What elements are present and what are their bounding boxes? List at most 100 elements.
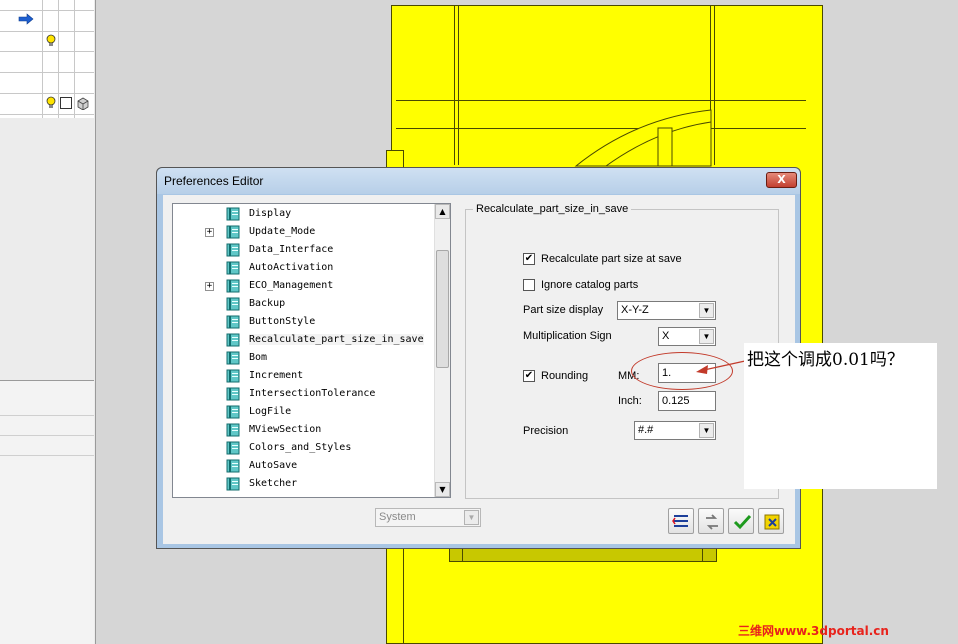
arrow-right-icon[interactable]: [18, 12, 34, 26]
tree-item-label: Colors_and_Styles: [249, 442, 352, 453]
tree-item[interactable]: Recalculate_part_size_in_save: [173, 332, 435, 350]
rounding-label: Rounding: [541, 370, 589, 382]
book-icon: [226, 333, 241, 347]
tree-item-label: ECO_Management: [249, 280, 334, 291]
annotation-note: 把这个调成0.01吗？: [744, 343, 937, 489]
book-icon: [226, 369, 241, 383]
check-mark-icon: ✔: [524, 253, 534, 264]
tree-item[interactable]: Backup: [173, 296, 435, 314]
preferences-tree[interactable]: Display + Update_Mode Data_Interface AutoAct…: [172, 203, 451, 498]
tree-item[interactable]: + ECO_Management: [173, 278, 435, 296]
tree-item-label: Display: [249, 208, 292, 219]
tree-item[interactable]: Increment: [173, 368, 435, 386]
system-value: System: [379, 511, 416, 523]
tree-item[interactable]: Display: [173, 206, 435, 224]
annotation-arrow: [694, 359, 746, 375]
multiplication-sign-combo[interactable]: X ▼: [658, 327, 716, 346]
tree-item-label: Bom: [249, 352, 268, 363]
list-apply-button[interactable]: [668, 508, 694, 534]
tree-item-label: Increment: [249, 370, 304, 381]
tree-item[interactable]: Sketcher: [173, 476, 435, 494]
tree-item[interactable]: Colors_and_Styles: [173, 440, 435, 458]
bulb-icon[interactable]: [45, 34, 57, 48]
chevron-down-icon[interactable]: ▼: [699, 303, 714, 318]
tree-item[interactable]: MViewSection: [173, 422, 435, 440]
tree-item-label: AutoSave: [249, 460, 298, 471]
tree-item[interactable]: + Update_Mode: [173, 224, 435, 242]
left-lower-panel: [0, 380, 94, 644]
inch-label: Inch:: [618, 395, 642, 407]
book-icon: [226, 279, 241, 293]
scroll-up-icon[interactable]: ▲: [435, 204, 450, 219]
book-icon: [226, 225, 241, 239]
tree-item[interactable]: LogFile: [173, 404, 435, 422]
left-side-panel: [0, 0, 96, 644]
tree-item-label: Recalculate_part_size_in_save: [249, 334, 424, 345]
tree-scrollbar[interactable]: ▲ ▼: [434, 204, 450, 497]
book-icon: [226, 405, 241, 419]
close-icon: X: [777, 173, 786, 186]
expand-icon[interactable]: +: [205, 282, 214, 291]
check-mark-icon: ✔: [524, 370, 534, 381]
book-icon: [226, 261, 241, 275]
tree-item[interactable]: Bom: [173, 350, 435, 368]
inch-input[interactable]: 0.125: [658, 391, 716, 411]
chevron-down-icon[interactable]: ▼: [699, 329, 714, 344]
scroll-thumb[interactable]: [436, 250, 449, 368]
tree-item-label: Backup: [249, 298, 286, 309]
tree-item-label: LogFile: [249, 406, 292, 417]
book-icon: [226, 315, 241, 329]
reset-arrows-icon: [702, 512, 722, 535]
multiplication-sign-label: Multiplication Sign: [523, 330, 612, 342]
scroll-down-icon[interactable]: ▼: [435, 482, 450, 497]
group-title: Recalculate_part_size_in_save: [473, 203, 632, 215]
ignore-catalog-label: Ignore catalog parts: [541, 279, 639, 291]
book-icon: [226, 297, 241, 311]
chevron-down-icon[interactable]: ▼: [699, 423, 714, 438]
precision-label: Precision: [523, 425, 569, 437]
system-combo: System ▼: [375, 508, 481, 527]
expand-icon[interactable]: +: [205, 228, 214, 237]
cube-icon[interactable]: [76, 96, 90, 111]
tree-item-label: MViewSection: [249, 424, 322, 435]
book-icon: [226, 459, 241, 473]
rounding-checkbox[interactable]: ✔: [523, 370, 535, 382]
tree-item[interactable]: AutoActivation: [173, 260, 435, 278]
yellow-part-arch: [566, 108, 716, 168]
checkmark-icon: [732, 512, 752, 535]
book-icon: [226, 243, 241, 257]
watermark: 三维网www.3dportal.cn: [738, 624, 889, 638]
book-icon: [226, 423, 241, 437]
bulb-icon[interactable]: [45, 96, 57, 110]
tree-item-label: Update_Mode: [249, 226, 316, 237]
tree-item[interactable]: Data_Interface: [173, 242, 435, 260]
cancel-icon: [762, 512, 782, 535]
tree-item[interactable]: AutoSave: [173, 458, 435, 476]
precision-combo[interactable]: #.# ▼: [634, 421, 716, 440]
recalc-label: Recalculate part size at save: [541, 253, 682, 265]
inch-value: 0.125: [662, 395, 690, 407]
square-icon[interactable]: [60, 97, 72, 109]
close-button[interactable]: X: [766, 172, 797, 188]
part-size-combo[interactable]: X-Y-Z ▼: [617, 301, 716, 320]
tree-item[interactable]: IntersectionTolerance: [173, 386, 435, 404]
tree-item-label: Sketcher: [249, 478, 298, 489]
book-icon: [226, 441, 241, 455]
part-size-label: Part size display: [523, 304, 604, 316]
tree-item-label: AutoActivation: [249, 262, 334, 273]
ok-button[interactable]: [728, 508, 754, 534]
book-icon: [226, 477, 241, 491]
book-icon: [226, 387, 241, 401]
reset-button[interactable]: [698, 508, 724, 534]
dialog-title: Preferences Editor: [164, 174, 264, 188]
tree-item-label: ButtonStyle: [249, 316, 316, 327]
list-arrow-icon: [672, 512, 692, 535]
dialog-titlebar[interactable]: Preferences Editor X: [157, 168, 800, 194]
multiplication-sign-value: X: [662, 330, 670, 342]
recalc-checkbox[interactable]: ✔: [523, 253, 535, 265]
ignore-catalog-checkbox[interactable]: [523, 279, 535, 291]
tree-item-label: Data_Interface: [249, 244, 334, 255]
cancel-button[interactable]: [758, 508, 784, 534]
properties-grid: [0, 0, 94, 118]
tree-item[interactable]: ButtonStyle: [173, 314, 435, 332]
